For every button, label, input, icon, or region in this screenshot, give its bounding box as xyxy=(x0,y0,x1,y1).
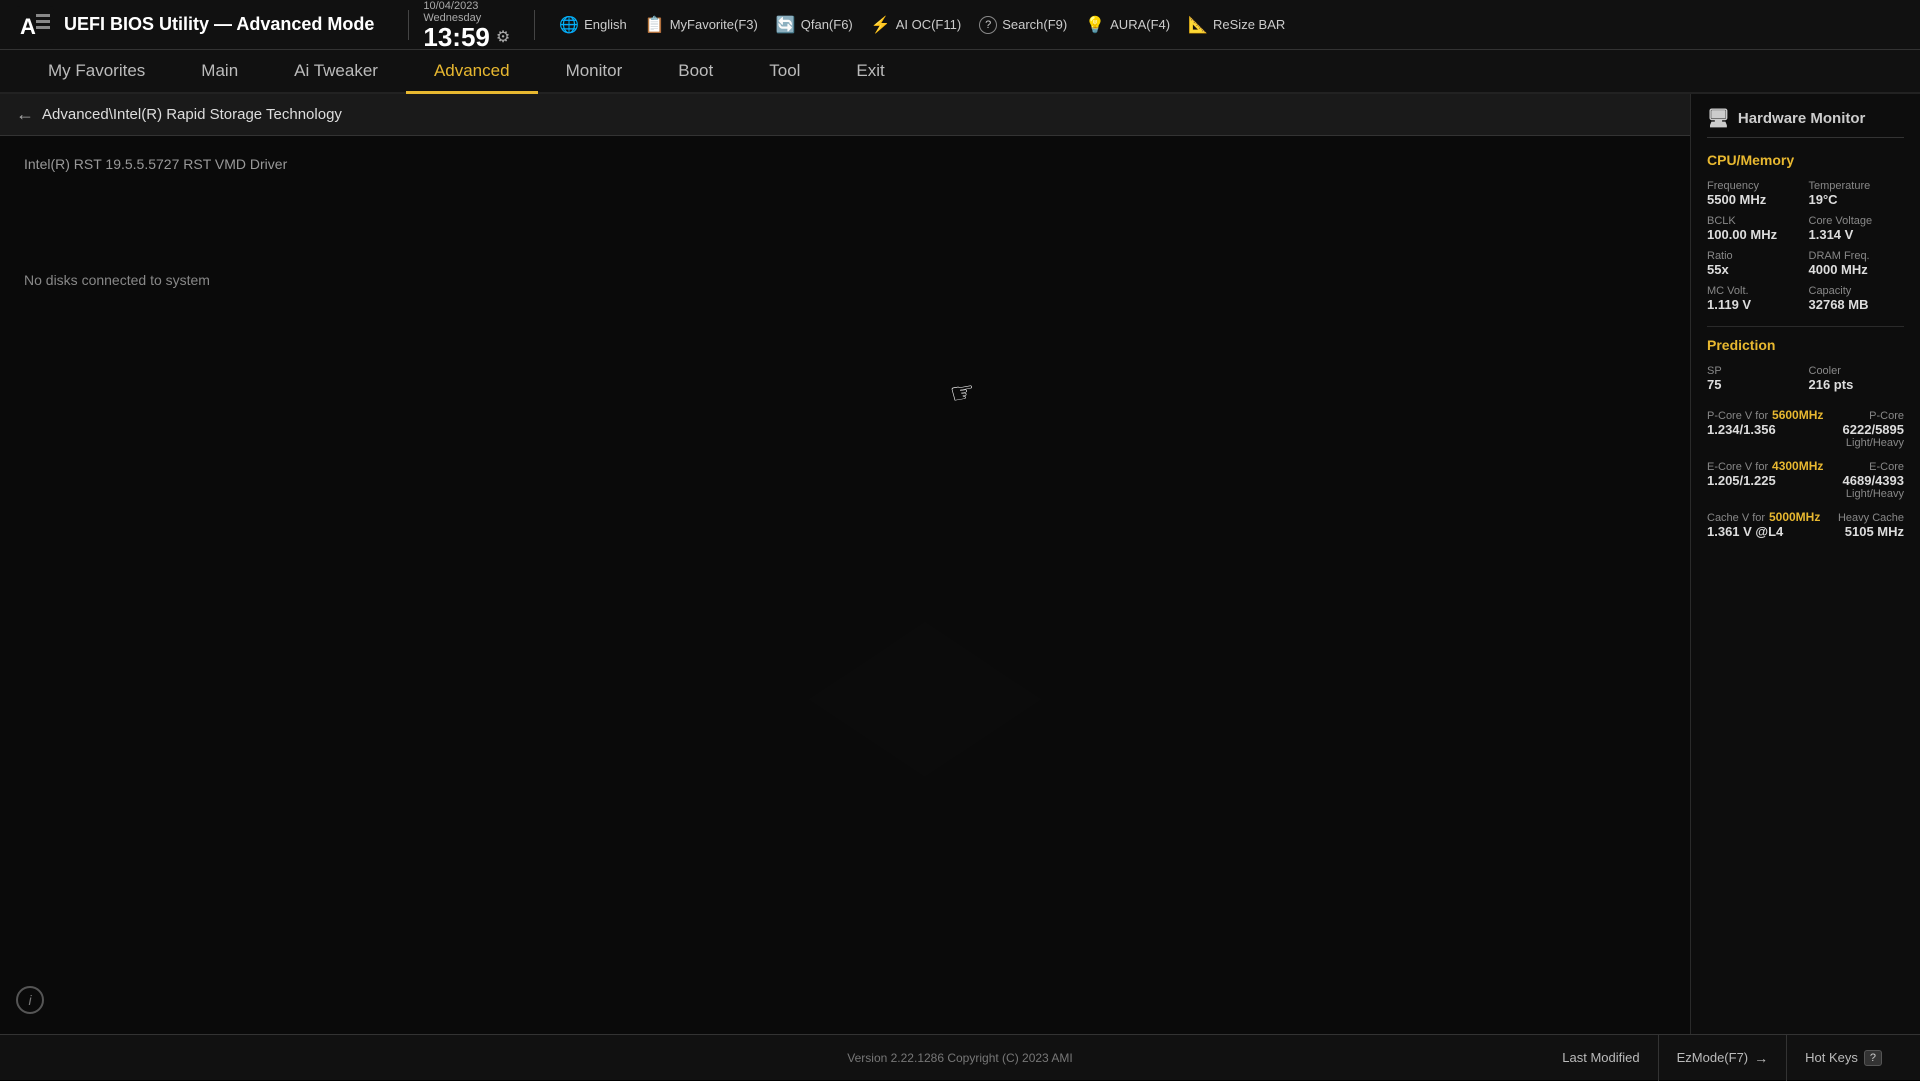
breadcrumb-bar: ← Advanced\Intel(R) Rapid Storage Techno… xyxy=(0,94,1690,136)
footer-version: Version 2.22.1286 Copyright (C) 2023 AMI xyxy=(647,1051,1274,1065)
footer: Version 2.22.1286 Copyright (C) 2023 AMI… xyxy=(0,1034,1920,1080)
time-display: 13:59 xyxy=(423,24,490,50)
cpu-memory-grid: Frequency 5500 MHz Temperature 19°C BCLK… xyxy=(1707,180,1904,312)
cache-v-row: Cache V for 5000MHz Heavy Cache 1.361 V … xyxy=(1707,508,1904,539)
prediction-sp-cooler-grid: SP 75 Cooler 216 pts xyxy=(1707,365,1904,392)
qfan-icon: 🔄 xyxy=(776,15,796,35)
nav-menu: My Favorites Main Ai Tweaker Advanced Mo… xyxy=(0,50,1920,94)
dram-freq-cell: DRAM Freq. 4000 MHz xyxy=(1809,250,1905,277)
header-actions: 🌐 English 📋 MyFavorite(F3) 🔄 Qfan(F6) ⚡ … xyxy=(559,15,1904,35)
aioc-button[interactable]: ⚡ AI OC(F11) xyxy=(871,15,961,35)
sidebar-item-advanced[interactable]: Advanced xyxy=(406,50,538,94)
temperature-cell: Temperature 19°C xyxy=(1809,180,1905,207)
hotkeys-button[interactable]: Hot Keys ? xyxy=(1786,1035,1900,1081)
language-icon: 🌐 xyxy=(559,15,579,35)
content-area: ← Advanced\Intel(R) Rapid Storage Techno… xyxy=(0,94,1690,1034)
info-circle-icon[interactable]: i xyxy=(16,986,44,1014)
page-content: Intel(R) RST 19.5.5.5727 RST VMD Driver … xyxy=(0,136,1690,1034)
sp-cell: SP 75 xyxy=(1707,365,1803,392)
cache-voltage-value: 1.361 V @L4 xyxy=(1707,524,1783,539)
mc-volt-cell: MC Volt. 1.119 V xyxy=(1707,285,1803,312)
core-voltage-cell: Core Voltage 1.314 V xyxy=(1809,215,1905,242)
sidebar-item-tool[interactable]: Tool xyxy=(741,50,828,94)
sidebar-item-monitor[interactable]: Monitor xyxy=(538,50,651,94)
date-display: 10/04/2023 Wednesday xyxy=(423,0,481,24)
last-modified-button[interactable]: Last Modified xyxy=(1544,1035,1657,1081)
search-icon: ? xyxy=(979,16,997,34)
sidebar-item-my-favorites[interactable]: My Favorites xyxy=(20,50,173,94)
capacity-cell: Capacity 32768 MB xyxy=(1809,285,1905,312)
info-button[interactable]: i xyxy=(16,986,44,1014)
ezmode-button[interactable]: EzMode(F7) → xyxy=(1658,1035,1787,1081)
app-logo: A UEFI BIOS Utility — Advanced Mode xyxy=(16,6,374,44)
asus-logo-icon: A xyxy=(16,6,54,44)
ecore-v-row: E-Core V for 4300MHz E-Core 1.205/1.225 … xyxy=(1707,457,1904,500)
language-button[interactable]: 🌐 English xyxy=(559,15,627,35)
resizebar-button[interactable]: 📐 ReSize BAR xyxy=(1188,15,1285,35)
settings-icon[interactable]: ⚙ xyxy=(496,27,510,47)
monitor-divider xyxy=(1707,326,1904,327)
qfan-button[interactable]: 🔄 Qfan(F6) xyxy=(776,15,853,35)
header-divider xyxy=(408,10,409,40)
header-bar: A UEFI BIOS Utility — Advanced Mode 10/0… xyxy=(0,0,1920,50)
monitor-icon: 🖥 xyxy=(1707,108,1730,129)
bclk-cell: BCLK 100.00 MHz xyxy=(1707,215,1803,242)
last-modified-label: Last Modified xyxy=(1562,1050,1639,1065)
pcore-voltage-value: 1.234/1.356 xyxy=(1707,422,1776,437)
ezmode-label: EzMode(F7) xyxy=(1677,1050,1749,1065)
cursor-icon: ☞ xyxy=(947,374,977,411)
ecore-ratio-value: 4689/4393 xyxy=(1843,473,1904,488)
driver-info: Intel(R) RST 19.5.5.5727 RST VMD Driver xyxy=(24,156,1666,172)
pcore-v-row: P-Core V for 5600MHz P-Core 1.234/1.356 … xyxy=(1707,406,1904,449)
hardware-monitor-title: 🖥 Hardware Monitor xyxy=(1707,108,1904,138)
hotkeys-label: Hot Keys xyxy=(1805,1050,1858,1065)
cooler-cell: Cooler 216 pts xyxy=(1809,365,1905,392)
decorative-pattern xyxy=(200,216,1650,1034)
ecore-voltage-value: 1.205/1.225 xyxy=(1707,473,1776,488)
search-button[interactable]: ? Search(F9) xyxy=(979,16,1067,34)
no-disks-message: No disks connected to system xyxy=(24,272,1666,288)
main-layout: ← Advanced\Intel(R) Rapid Storage Techno… xyxy=(0,94,1920,1034)
myfavorite-icon: 📋 xyxy=(645,15,665,35)
ezmode-icon: → xyxy=(1754,1050,1768,1066)
resizebar-icon: 📐 xyxy=(1188,15,1208,35)
hotkeys-key-icon: ? xyxy=(1864,1050,1882,1066)
ratio-cell: Ratio 55x xyxy=(1707,250,1803,277)
back-button[interactable]: ← xyxy=(16,104,34,125)
cpu-memory-section-title: CPU/Memory xyxy=(1707,152,1904,168)
sidebar-item-ai-tweaker[interactable]: Ai Tweaker xyxy=(266,50,406,94)
aura-icon: 💡 xyxy=(1085,15,1105,35)
prediction-section-title: Prediction xyxy=(1707,337,1904,353)
sidebar-item-main[interactable]: Main xyxy=(173,50,266,94)
aioc-icon: ⚡ xyxy=(871,15,891,35)
hardware-monitor-panel: 🖥 Hardware Monitor CPU/Memory Frequency … xyxy=(1690,94,1920,1034)
header-divider-2 xyxy=(534,10,535,40)
footer-right: Last Modified EzMode(F7) → Hot Keys ? xyxy=(1273,1035,1900,1081)
frequency-cell: Frequency 5500 MHz xyxy=(1707,180,1803,207)
sidebar-item-boot[interactable]: Boot xyxy=(650,50,741,94)
svg-text:A: A xyxy=(20,14,36,39)
breadcrumb-path: Advanced\Intel(R) Rapid Storage Technolo… xyxy=(42,106,342,123)
cache-freq-value: 5105 MHz xyxy=(1845,524,1904,539)
myfavorite-button[interactable]: 📋 MyFavorite(F3) xyxy=(645,15,758,35)
app-title: UEFI BIOS Utility — Advanced Mode xyxy=(64,14,374,35)
aura-button[interactable]: 💡 AURA(F4) xyxy=(1085,15,1170,35)
sidebar-item-exit[interactable]: Exit xyxy=(828,50,912,94)
datetime-display: 10/04/2023 Wednesday 13:59 ⚙ xyxy=(423,0,510,50)
pcore-ratio-value: 6222/5895 xyxy=(1843,422,1904,437)
